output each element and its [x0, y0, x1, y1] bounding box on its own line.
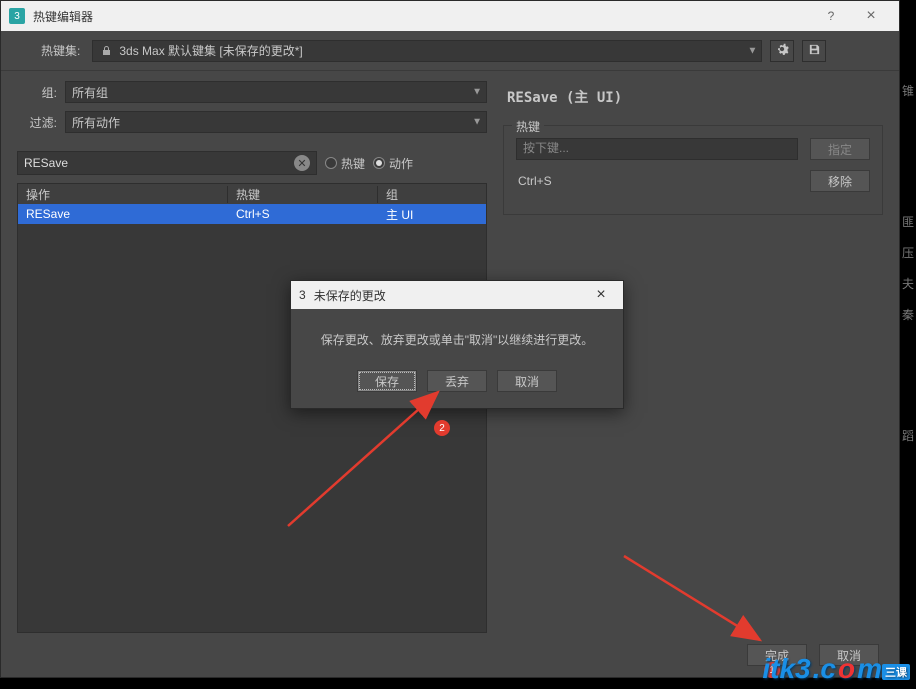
modal-discard-button[interactable]: 丢弃 [427, 370, 487, 392]
modal-close-button[interactable]: × [587, 286, 615, 304]
hotkey-fieldset: 热键 按下键... 指定 Ctrl+S 移除 [503, 125, 883, 215]
filter-dropdown[interactable]: 所有动作 ▼ [65, 111, 487, 133]
clear-search-button[interactable]: ✕ [294, 155, 310, 171]
side-char: 秦 [902, 306, 914, 323]
radio-hotkey-label: 热键 [341, 155, 365, 172]
group-value: 所有组 [72, 84, 108, 101]
group-dropdown[interactable]: 所有组 ▼ [65, 81, 487, 103]
watermark-a: itk3 [762, 653, 810, 685]
save-icon [808, 43, 821, 59]
keyset-value: 3ds Max 默认键集 [未保存的更改*] [119, 42, 302, 59]
th-group[interactable]: 组 [378, 186, 486, 203]
save-keyset-button[interactable] [802, 40, 826, 62]
th-action[interactable]: 操作 [18, 186, 228, 203]
table-body: RESave Ctrl+S 主 UI [18, 204, 486, 632]
side-strip: 锥 匪 压 夫 秦 蹈 [900, 82, 916, 444]
side-char: 匪 [902, 213, 914, 230]
cell-hotkey: Ctrl+S [228, 207, 378, 221]
chevron-down-icon: ▼ [472, 117, 482, 128]
titlebar: 3 热键编辑器 ? × [1, 1, 899, 31]
side-char: 锥 [902, 82, 914, 99]
annotation-badge-2: 2 [434, 420, 450, 436]
th-hotkey[interactable]: 热键 [228, 186, 378, 203]
modal-footer: 保存 丢弃 取消 [291, 370, 623, 408]
remove-button[interactable]: 移除 [810, 170, 870, 192]
help-button[interactable]: ? [811, 9, 851, 23]
modal-titlebar: 3 未保存的更改 × [291, 281, 623, 309]
group-label: 组: [17, 84, 57, 101]
app-icon: 3 [9, 8, 25, 24]
side-char: 夫 [902, 275, 914, 292]
watermark-c: m [857, 653, 882, 685]
toolbar: 热键集: 3ds Max 默认键集 [未保存的更改*] ▼ [1, 31, 899, 71]
selected-action-title: RESave (主 UI) [507, 87, 883, 107]
watermark-b: .c [813, 653, 836, 685]
gear-icon [775, 42, 789, 59]
close-icon: × [596, 286, 605, 303]
watermark: itk3 .c o m 三课 [762, 653, 910, 685]
table-header: 操作 热键 组 [18, 184, 486, 204]
side-char: 蹈 [902, 427, 914, 444]
watermark-sub: 三课 [882, 664, 910, 680]
press-key-input[interactable]: 按下键... [516, 138, 798, 160]
assigned-hotkey: Ctrl+S [516, 174, 798, 188]
filter-value: 所有动作 [72, 114, 120, 131]
table-row[interactable]: RESave Ctrl+S 主 UI [18, 204, 486, 224]
modal-title: 未保存的更改 [314, 287, 587, 304]
window-title: 热键编辑器 [33, 8, 811, 25]
radio-dot [373, 157, 385, 169]
close-icon: ✕ [297, 157, 306, 170]
radio-dot [325, 157, 337, 169]
chevron-down-icon: ▼ [472, 87, 482, 98]
cell-group: 主 UI [378, 206, 486, 223]
filter-label: 过滤: [17, 114, 57, 131]
chevron-down-icon: ▼ [747, 45, 757, 56]
search-value: RESave [24, 156, 68, 170]
settings-button[interactable] [770, 40, 794, 62]
radio-action[interactable]: 动作 [373, 155, 413, 172]
keyset-dropdown[interactable]: 3ds Max 默认键集 [未保存的更改*] ▼ [92, 40, 762, 62]
modal-cancel-button[interactable]: 取消 [497, 370, 557, 392]
modal-save-button[interactable]: 保存 [357, 370, 417, 392]
assign-button[interactable]: 指定 [810, 138, 870, 160]
app-icon: 3 [299, 288, 306, 302]
modal-message: 保存更改、放弃更改或单击"取消"以继续进行更改。 [291, 309, 623, 370]
radio-hotkey[interactable]: 热键 [325, 155, 365, 172]
fieldset-legend: 热键 [512, 118, 544, 135]
radio-action-label: 动作 [389, 155, 413, 172]
unsaved-changes-dialog: 3 未保存的更改 × 保存更改、放弃更改或单击"取消"以继续进行更改。 保存 丢… [290, 280, 624, 409]
cell-action: RESave [18, 207, 228, 221]
search-input[interactable]: RESave ✕ [17, 151, 317, 175]
lock-icon [99, 44, 113, 58]
keyset-label: 热键集: [41, 42, 80, 59]
side-char: 压 [902, 244, 914, 261]
window-close-button[interactable]: × [851, 7, 891, 25]
watermark-o: o [838, 653, 855, 685]
